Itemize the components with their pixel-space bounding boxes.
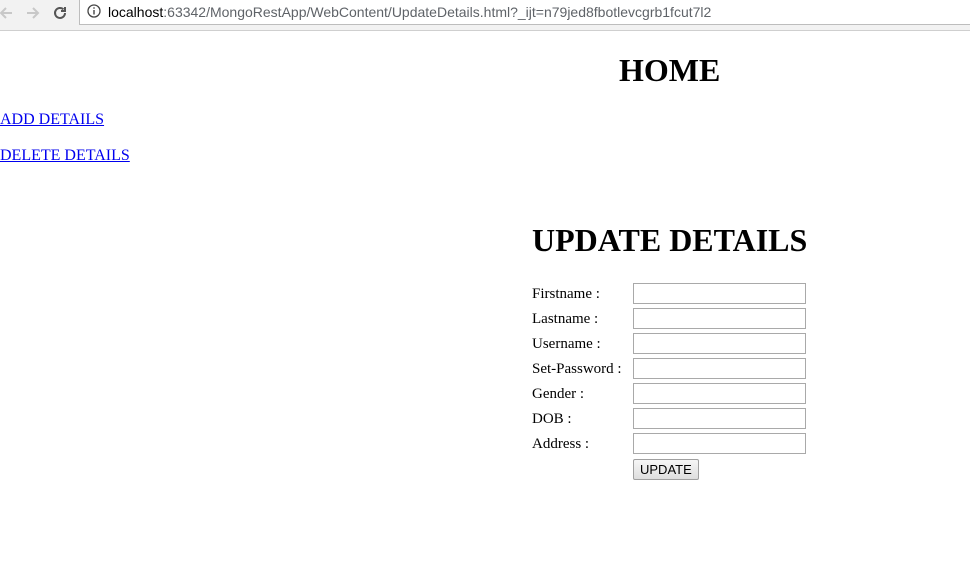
update-button[interactable]: UPDATE: [633, 459, 699, 480]
username-label: Username :: [532, 336, 601, 352]
address-bar[interactable]: localhost:63342/MongoRestApp/WebContent/…: [79, 0, 970, 25]
address-label: Address :: [532, 436, 590, 452]
password-label: Set-Password :: [532, 361, 622, 377]
username-row: Username :: [532, 332, 812, 357]
dob-input[interactable]: [633, 408, 806, 429]
firstname-input[interactable]: [633, 283, 806, 304]
username-input[interactable]: [633, 333, 806, 354]
browser-toolbar: localhost:63342/MongoRestApp/WebContent/…: [0, 0, 970, 31]
update-details-title: UPDATE DETAILS: [532, 222, 808, 258]
reload-icon: [54, 6, 66, 19]
address-row: Address :: [532, 432, 812, 457]
firstname-row: Firstname :: [532, 282, 812, 307]
url-text[interactable]: localhost:63342/MongoRestApp/WebContent/…: [108, 3, 711, 21]
dob-row: DOB :: [532, 407, 812, 432]
info-icon[interactable]: [87, 4, 101, 18]
lastname-label: Lastname :: [532, 311, 599, 327]
lastname-row: Lastname :: [532, 307, 812, 332]
lastname-input[interactable]: [633, 308, 806, 329]
address-input[interactable]: [633, 433, 806, 454]
gender-input[interactable]: [633, 383, 806, 404]
password-row: Set-Password :: [532, 357, 812, 382]
forward-button[interactable]: [21, 2, 45, 24]
firstname-label: Firstname :: [532, 286, 600, 302]
password-input[interactable]: [633, 358, 806, 379]
url-path: :63342/MongoRestApp/WebContent/UpdateDet…: [163, 4, 712, 20]
gender-label: Gender :: [532, 386, 585, 402]
delete-details-link[interactable]: DELETE DETAILS: [0, 146, 130, 166]
home-title: HOME: [619, 52, 721, 88]
gender-row: Gender :: [532, 382, 812, 407]
back-button[interactable]: [0, 2, 18, 24]
dob-label: DOB :: [532, 411, 572, 427]
arrow-right-icon: [27, 7, 40, 19]
arrow-left-icon: [0, 7, 12, 19]
reload-button[interactable]: [48, 2, 72, 24]
url-host: localhost: [108, 4, 164, 20]
add-details-link[interactable]: ADD DETAILS: [0, 110, 104, 130]
